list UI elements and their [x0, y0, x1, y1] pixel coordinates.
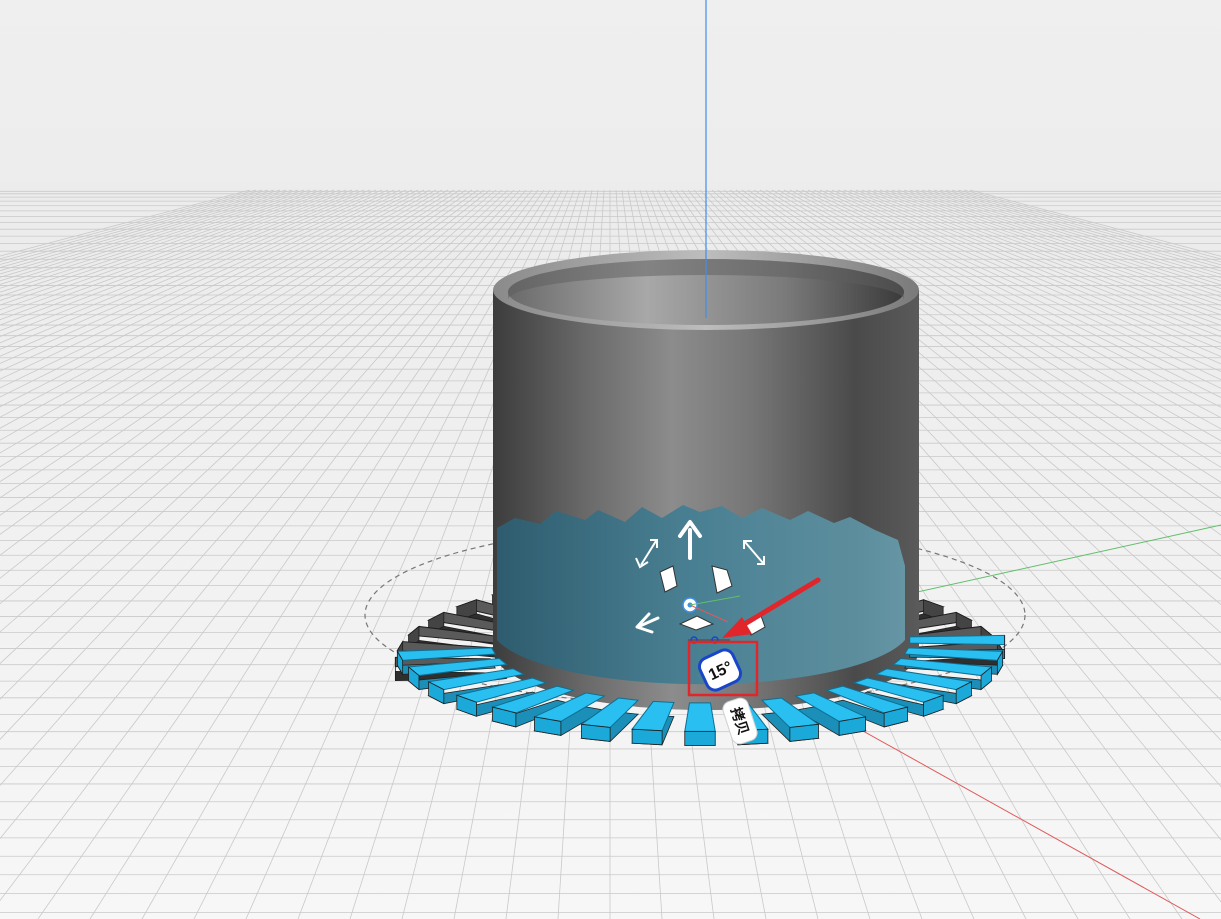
tooth-sweep-preview [497, 505, 905, 685]
scene-canvas[interactable]: 15° 拷贝 [0, 0, 1221, 919]
gear-tooth-selected[interactable] [684, 702, 716, 746]
selected-tooth-sweep[interactable] [497, 505, 905, 685]
3d-viewport[interactable]: 15° 拷贝 [0, 0, 1221, 919]
